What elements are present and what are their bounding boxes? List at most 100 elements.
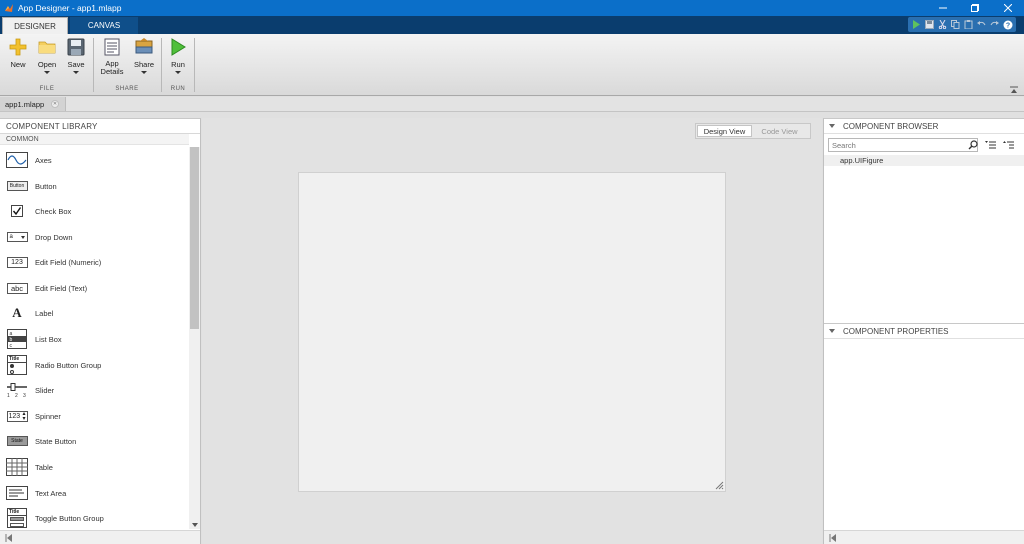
component-library-panel: COMPONENT LIBRARY COMMON Axes Button But… <box>0 118 201 544</box>
library-item-slider[interactable]: 123 Slider <box>0 378 189 402</box>
library-item-label: Spinner <box>35 411 61 421</box>
copy-icon <box>951 20 960 29</box>
library-item-label: Check Box <box>35 206 72 216</box>
svg-text:3: 3 <box>23 393 26 398</box>
new-button[interactable]: New <box>4 38 32 69</box>
tree-node-uifigure[interactable]: app.UIFigure <box>824 155 1024 166</box>
close-button[interactable] <box>992 0 1024 16</box>
open-label: Open <box>37 60 57 69</box>
new-label: New <box>10 60 26 69</box>
checkbox-icon <box>11 205 23 217</box>
dropdown-icon: a <box>6 232 28 242</box>
common-section-header[interactable]: COMMON <box>0 134 189 145</box>
maximize-button[interactable] <box>959 0 991 16</box>
library-horizontal-scrollbar[interactable] <box>0 530 200 544</box>
tab-designer[interactable]: DESIGNER <box>2 17 68 34</box>
paste-icon <box>964 20 973 29</box>
quick-undo-button[interactable] <box>975 18 988 31</box>
run-button[interactable]: Run <box>164 38 192 74</box>
scrollbar-thumb[interactable] <box>190 147 199 329</box>
library-item-edit-field-numeric[interactable]: 123 Edit Field (Numeric) <box>0 250 189 274</box>
library-item-spinner[interactable]: 123 ▴ ▾ Spinner <box>0 404 189 428</box>
library-item-label: Edit Field (Text) <box>35 283 88 293</box>
listbox-icon: abc <box>7 329 27 349</box>
share-dropdown-arrow-icon[interactable] <box>141 71 147 74</box>
quick-run-button[interactable] <box>910 18 923 31</box>
library-item-label: Drop Down <box>35 232 73 242</box>
app-details-icon <box>104 38 120 56</box>
scroll-to-start-icon[interactable] <box>5 534 13 542</box>
ribbon-separator <box>93 38 94 92</box>
library-item-label: Table <box>35 462 53 472</box>
toggle-group-icon: Title <box>7 508 27 528</box>
library-item-toggle-button-group[interactable]: Title Toggle Button Group <box>0 506 189 530</box>
design-view-button[interactable]: Design View <box>697 125 752 137</box>
quick-save-button[interactable] <box>923 18 936 31</box>
library-item-check-box[interactable]: Check Box <box>0 199 189 223</box>
save-button[interactable]: Save <box>62 38 90 74</box>
open-dropdown-arrow-icon[interactable] <box>44 71 50 74</box>
run-label: Run <box>171 60 185 69</box>
matlab-logo-icon <box>5 4 13 12</box>
maximize-icon <box>971 4 979 12</box>
app-details-button[interactable]: App Details <box>98 38 126 76</box>
quick-cut-button[interactable] <box>936 18 949 31</box>
ui-figure-canvas[interactable] <box>298 172 726 492</box>
tab-canvas[interactable]: CANVAS <box>70 17 138 34</box>
component-properties-header[interactable]: COMPONENT PROPERTIES <box>824 324 1024 339</box>
folder-icon <box>38 41 56 54</box>
scroll-down-arrow-icon[interactable] <box>192 523 198 527</box>
quick-copy-button[interactable] <box>949 18 962 31</box>
library-item-radio-button-group[interactable]: Title Radio Button Group <box>0 353 189 377</box>
resize-grip-icon[interactable] <box>715 481 724 490</box>
tree-collapse-icon[interactable] <box>1003 140 1015 151</box>
right-panels: COMPONENT BROWSER app.UIFigure COMPONENT… <box>823 118 1024 544</box>
ribbon-separator <box>161 38 162 92</box>
library-item-table[interactable]: Table <box>0 455 189 479</box>
library-item-text-area[interactable]: Text Area <box>0 481 189 505</box>
radio-group-icon: Title <box>7 355 27 375</box>
collapse-ribbon-icon[interactable] <box>1010 86 1018 94</box>
save-dropdown-arrow-icon[interactable] <box>73 71 79 74</box>
tree-sort-icon[interactable] <box>985 140 997 151</box>
collapse-triangle-icon[interactable] <box>829 329 835 333</box>
document-tab-app1[interactable]: app1.mlapp ✕ <box>0 97 66 111</box>
open-button[interactable]: Open <box>33 38 61 74</box>
scroll-to-start-icon[interactable] <box>829 534 837 542</box>
properties-horizontal-scrollbar[interactable] <box>824 530 1024 544</box>
library-item-label: State Button <box>35 436 77 446</box>
slider-icon: 123 <box>7 383 27 398</box>
run-dropdown-arrow-icon[interactable] <box>175 71 181 74</box>
library-item-label: Radio Button Group <box>35 360 102 370</box>
quick-paste-button[interactable] <box>962 18 975 31</box>
library-item-edit-field-text[interactable]: abc Edit Field (Text) <box>0 276 189 300</box>
library-item-axes[interactable]: Axes <box>0 148 189 172</box>
library-item-button[interactable]: Button Button <box>0 174 189 198</box>
svg-text:2: 2 <box>15 393 18 398</box>
button-icon: Button <box>6 181 28 191</box>
library-item-state-button[interactable]: State State Button <box>0 429 189 453</box>
library-item-drop-down[interactable]: a Drop Down <box>0 225 189 249</box>
svg-text:?: ? <box>1005 22 1009 29</box>
quick-help-button[interactable]: ? <box>1001 18 1014 31</box>
library-item-label-component[interactable]: A Label <box>0 301 189 325</box>
component-search-row <box>828 138 1014 152</box>
share-button[interactable]: Share <box>130 38 158 74</box>
collapse-triangle-icon[interactable] <box>829 124 835 128</box>
code-view-button[interactable]: Code View <box>752 125 807 137</box>
library-vertical-scrollbar[interactable] <box>189 147 200 529</box>
library-item-label: Slider <box>35 385 55 395</box>
share-label: Share <box>133 60 154 69</box>
search-icon[interactable] <box>968 140 978 150</box>
app-details-label: App Details <box>100 59 124 76</box>
close-tab-icon[interactable]: ✕ <box>51 100 59 108</box>
close-icon <box>1004 4 1012 12</box>
library-item-label: Toggle Button Group <box>35 513 104 523</box>
library-item-label: Edit Field (Numeric) <box>35 257 102 267</box>
library-item-label: Text Area <box>35 488 67 498</box>
library-item-list-box[interactable]: abc List Box <box>0 327 189 351</box>
component-browser-header[interactable]: COMPONENT BROWSER <box>824 119 1024 134</box>
minimize-button[interactable] <box>927 0 959 16</box>
component-search-input[interactable] <box>828 138 978 152</box>
quick-redo-button[interactable] <box>988 18 1001 31</box>
